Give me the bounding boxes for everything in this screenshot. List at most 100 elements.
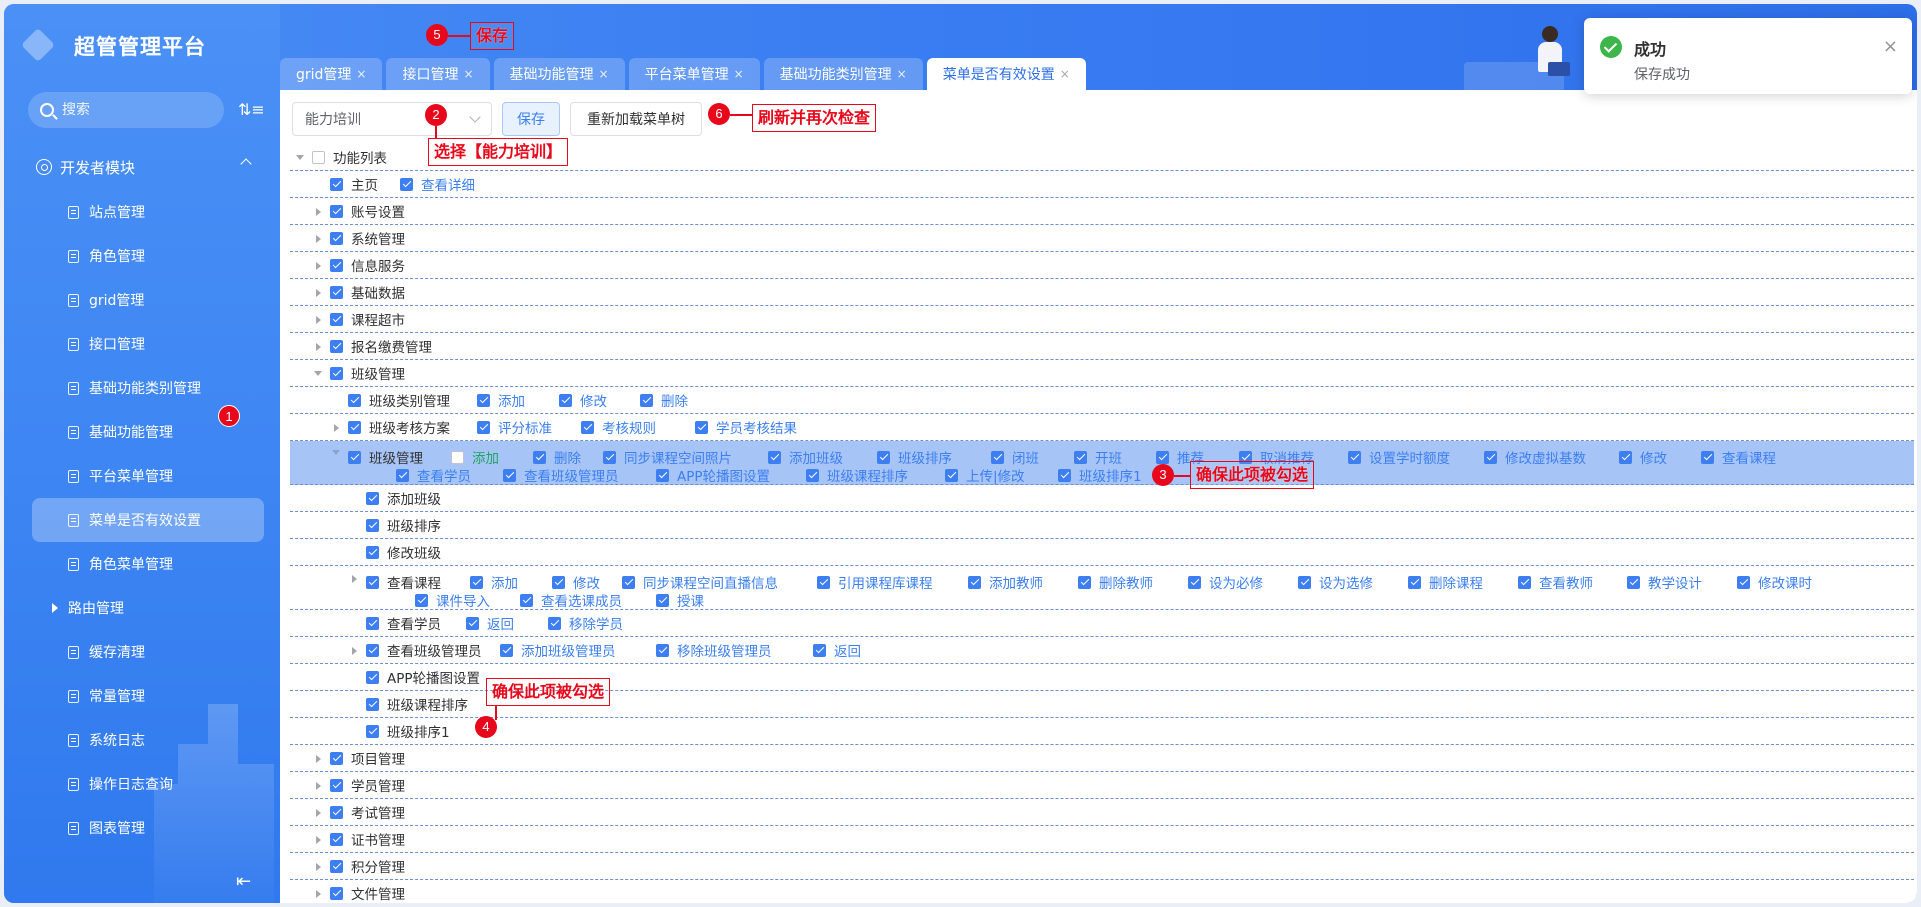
action[interactable]: 引用课程库课程	[817, 572, 933, 592]
tree-node-view-course[interactable]: 查看课程	[366, 572, 441, 592]
tree-node[interactable]: 项目管理	[330, 748, 405, 768]
checkbox[interactable]	[1058, 468, 1071, 482]
action[interactable]: 上传|修改	[945, 465, 1025, 485]
tab-api[interactable]: 接口管理 ×	[386, 58, 490, 90]
checkbox[interactable]	[366, 518, 379, 532]
tree-node[interactable]: 系统管理	[330, 228, 405, 248]
action[interactable]: 删除	[533, 447, 581, 467]
checkbox[interactable]	[330, 231, 343, 245]
caret-right-icon[interactable]	[316, 343, 321, 351]
tree-node[interactable]: 积分管理	[330, 856, 405, 876]
checkbox[interactable]	[656, 593, 669, 607]
checkbox[interactable]	[877, 450, 890, 464]
checkbox[interactable]	[366, 545, 379, 559]
action[interactable]: 修改课时	[1737, 572, 1812, 592]
checkbox[interactable]	[806, 468, 819, 482]
sidebar-item-cache[interactable]: 缓存清理	[32, 630, 264, 674]
sidebar-item-func-category[interactable]: 基础功能类别管理	[32, 366, 264, 410]
action-assess-result[interactable]: 学员考核结果	[695, 417, 797, 437]
checkbox[interactable]	[400, 177, 413, 191]
tree-node-assess[interactable]: 班级考核方案	[348, 417, 450, 437]
checkbox[interactable]	[1737, 575, 1750, 589]
sort-list-icon[interactable]: ⇅≡	[238, 102, 265, 118]
checkbox[interactable]	[330, 258, 343, 272]
caret-right-icon[interactable]	[316, 863, 321, 871]
checkbox[interactable]	[1074, 450, 1087, 464]
tree-node[interactable]: 证书管理	[330, 829, 405, 849]
checkbox[interactable]	[330, 832, 343, 846]
action[interactable]: 教学设计	[1627, 572, 1702, 592]
action[interactable]: APP轮播图设置	[656, 465, 770, 485]
checkbox[interactable]	[330, 339, 343, 353]
checkbox[interactable]	[366, 643, 379, 657]
tree-node-class-type[interactable]: 班级类别管理	[348, 390, 450, 410]
action[interactable]: 开班	[1074, 447, 1122, 467]
tree-node-home[interactable]: 主页	[330, 174, 378, 194]
checkbox[interactable]	[330, 177, 343, 191]
caret-right-icon[interactable]	[316, 208, 321, 216]
checkbox[interactable]	[330, 859, 343, 873]
checkbox[interactable]	[581, 420, 594, 434]
tab-func[interactable]: 基础功能管理 ×	[493, 58, 625, 90]
action-assess-rule[interactable]: 考核规则	[581, 417, 656, 437]
close-icon[interactable]: ×	[356, 67, 366, 81]
action-score-standard[interactable]: 评分标准	[477, 417, 552, 437]
checkbox[interactable]	[503, 468, 516, 482]
action[interactable]: 查看班级管理员	[503, 465, 619, 485]
checkbox[interactable]	[366, 697, 379, 711]
action[interactable]: 查看教师	[1518, 572, 1593, 592]
action[interactable]: 同步课程空间照片	[603, 447, 732, 467]
checkbox[interactable]	[603, 450, 616, 464]
checkbox[interactable]	[768, 450, 781, 464]
tree-node[interactable]: 账号设置	[330, 201, 405, 221]
tree-node[interactable]: APP轮播图设置	[366, 667, 480, 687]
tree-node[interactable]: 文件管理	[330, 883, 405, 903]
caret-down-icon[interactable]	[296, 155, 304, 160]
tree-node-view-student[interactable]: 查看学员	[366, 613, 441, 633]
checkbox[interactable]	[415, 593, 428, 607]
caret-right-icon[interactable]	[352, 647, 357, 655]
checkbox[interactable]	[330, 204, 343, 218]
action[interactable]: 班级排序	[877, 447, 952, 467]
checkbox[interactable]	[451, 450, 464, 464]
action[interactable]: 移除班级管理员	[656, 640, 772, 660]
sidebar-group-developer[interactable]: 开发者模块	[36, 152, 264, 182]
caret-right-icon[interactable]	[316, 782, 321, 790]
checkbox[interactable]	[533, 450, 546, 464]
checkbox[interactable]	[520, 593, 533, 607]
checkbox[interactable]	[968, 575, 981, 589]
checkbox[interactable]	[945, 468, 958, 482]
action-add-unchecked[interactable]: 添加	[451, 447, 499, 467]
action[interactable]: 闭班	[991, 447, 1039, 467]
tree-node-class-sort1[interactable]: 班级排序1	[366, 721, 450, 741]
caret-right-icon[interactable]	[316, 289, 321, 297]
sidebar-item-platform-menu[interactable]: 平台菜单管理	[32, 454, 264, 498]
checkbox[interactable]	[330, 778, 343, 792]
caret-right-icon[interactable]	[316, 235, 321, 243]
tree-node[interactable]: 课程超市	[330, 309, 405, 329]
tree-node-home-detail[interactable]: 查看详细	[400, 174, 475, 194]
tree-node[interactable]: 信息服务	[330, 255, 405, 275]
sidebar-item-role-menu[interactable]: 角色菜单管理	[32, 542, 264, 586]
sidebar-item-api[interactable]: 接口管理	[32, 322, 264, 366]
caret-down-icon[interactable]	[314, 371, 322, 376]
tree-node-class-mgmt-inner[interactable]: 班级管理	[348, 447, 423, 467]
checkbox[interactable]	[366, 575, 379, 589]
tree-node[interactable]: 学员管理	[330, 775, 405, 795]
tree-node[interactable]: 班级排序	[366, 515, 441, 535]
tree-node-class-mgmt[interactable]: 班级管理	[330, 363, 405, 383]
checkbox[interactable]	[330, 805, 343, 819]
checkbox[interactable]	[500, 643, 513, 657]
tree-node[interactable]: 报名缴费管理	[330, 336, 432, 356]
caret-right-icon[interactable]	[316, 836, 321, 844]
action[interactable]: 修改	[1619, 447, 1667, 467]
checkbox[interactable]	[1078, 575, 1091, 589]
action[interactable]: 添加	[470, 572, 518, 592]
sidebar-item-site[interactable]: 站点管理	[32, 190, 264, 234]
sidebar-item-grid[interactable]: grid管理	[32, 278, 264, 322]
org-select[interactable]: 能力培训	[292, 102, 492, 136]
action[interactable]: 设为必修	[1188, 572, 1263, 592]
checkbox[interactable]	[330, 366, 343, 380]
action[interactable]: 班级课程排序	[806, 465, 908, 485]
checkbox[interactable]	[348, 420, 361, 434]
